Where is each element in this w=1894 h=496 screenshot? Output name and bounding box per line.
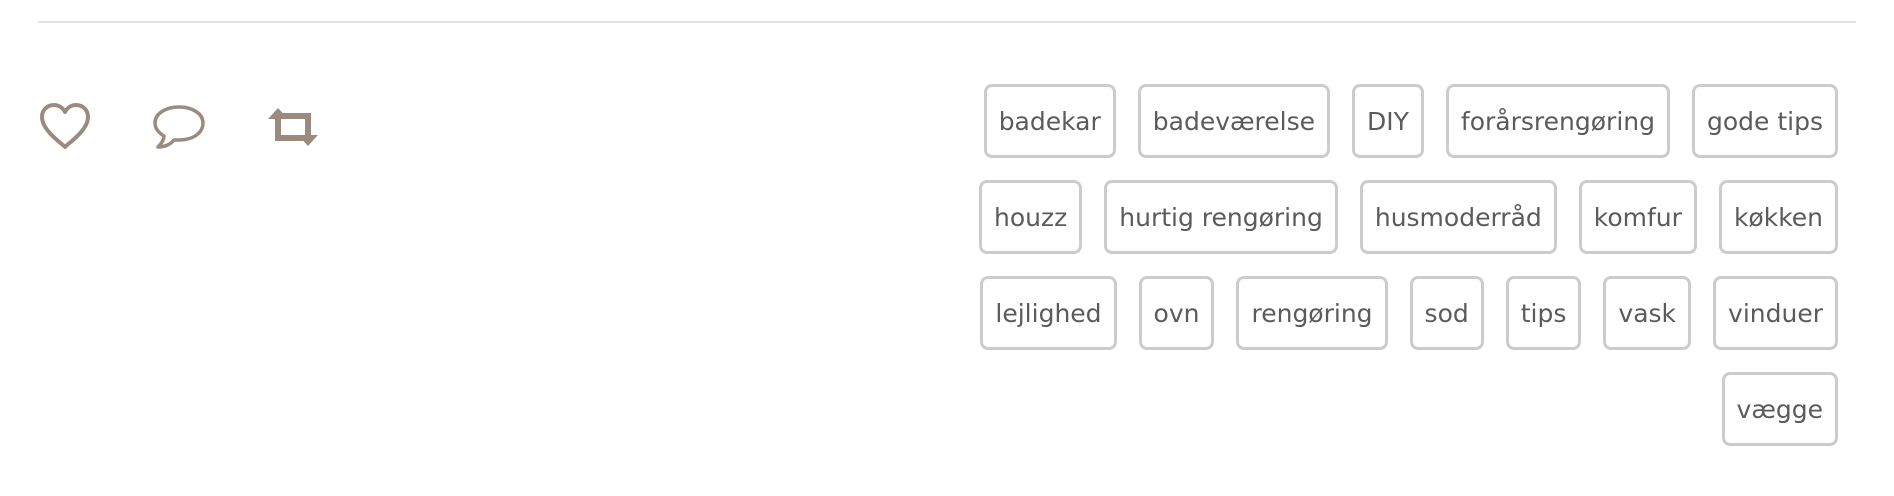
- tag-link[interactable]: sod: [1409, 276, 1484, 350]
- tag-list: badekar badeværelse DIY forårsrengøring gode…: [978, 84, 1838, 446]
- top-divider: [38, 21, 1856, 23]
- reblog-button[interactable]: [263, 97, 323, 157]
- tag-link[interactable]: vinduer: [1713, 276, 1838, 350]
- heart-icon: [40, 103, 90, 149]
- tag-link[interactable]: gode tips: [1691, 84, 1838, 158]
- tag-link[interactable]: husmoderråd: [1359, 180, 1557, 254]
- tag-link[interactable]: køkken: [1718, 180, 1838, 254]
- speech-bubble-icon: [153, 105, 205, 149]
- tag-link[interactable]: DIY: [1352, 84, 1424, 158]
- reblog-arrows-icon: [268, 108, 318, 146]
- tag-link[interactable]: badeværelse: [1137, 84, 1331, 158]
- tag-link[interactable]: rengøring: [1236, 276, 1388, 350]
- tag-link[interactable]: komfur: [1578, 180, 1697, 254]
- post-actions: [38, 97, 323, 157]
- tag-link[interactable]: tips: [1505, 276, 1582, 350]
- tag-link[interactable]: vægge: [1721, 372, 1838, 446]
- tag-link[interactable]: lejlighed: [980, 276, 1117, 350]
- comment-button[interactable]: [149, 97, 209, 157]
- tag-link[interactable]: vask: [1603, 276, 1692, 350]
- tag-link[interactable]: forårsrengøring: [1445, 84, 1670, 158]
- like-button[interactable]: [35, 97, 95, 157]
- tag-link[interactable]: hurtig rengøring: [1104, 180, 1338, 254]
- tag-link[interactable]: badekar: [983, 84, 1116, 158]
- tag-link[interactable]: houzz: [979, 180, 1083, 254]
- tag-link[interactable]: ovn: [1138, 276, 1215, 350]
